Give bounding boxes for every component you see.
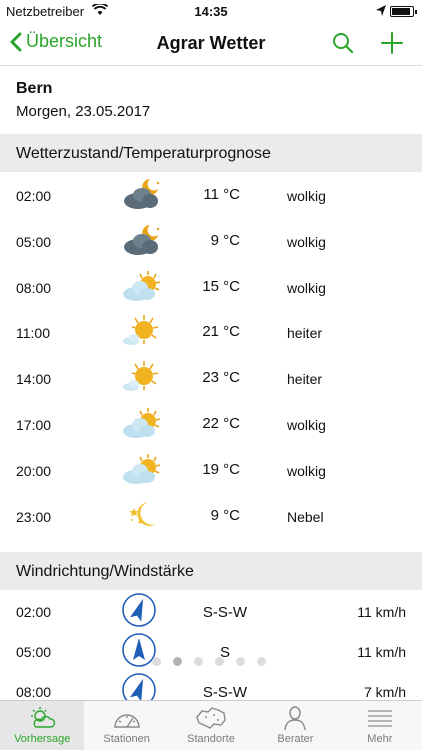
forecast-time: 23:00 [16,508,52,525]
page-dot[interactable] [236,657,245,666]
page-indicator[interactable] [152,657,266,666]
battery-fill [392,8,410,15]
sun-cloud-icon [120,406,162,440]
weather-row: 23:00 9 °C Nebel [0,494,422,540]
weather-row: 17:00 22 °C wolkig [0,402,422,448]
sun-small-cloud-icon [120,314,162,348]
weather-row: 11:00 21 °C heiter [0,310,422,356]
weather-condition: wolkig [287,233,326,250]
weather-row: 02:00 11 °C wolkig [0,173,422,219]
weather-condition: wolkig [287,188,326,204]
forecast-time: 17:00 [16,417,52,433]
status-bar: Netzbetreiber 14:35 [0,0,422,22]
temperature: 19 °C [202,460,240,478]
map-switzerland-icon [169,705,253,731]
weather-row: 20:00 19 °C wolkig [0,448,422,494]
temperature: 9 °C [210,506,240,524]
wind-direction-arrow-icon [121,592,157,628]
weather-condition: heiter [287,325,323,342]
sun-cloud-icon [120,452,162,486]
forecast-time: 20:00 [16,462,52,479]
clock: 14:35 [194,4,228,19]
search-button[interactable] [332,32,354,59]
search-icon [333,33,354,54]
wind-speed: 11 km/h [357,604,406,620]
forecast-time: 02:00 [16,188,52,204]
wind-direction: S-S-W [202,684,248,701]
forecast-time: 14:00 [16,371,52,388]
menu-icon [338,705,422,731]
section-header-weather: Wetterzustand/Temperaturprognose [0,134,422,172]
stations-icon [84,705,168,731]
tab-stationen[interactable]: Stationen [84,701,168,750]
tab-label: Stationen [103,733,150,745]
section-header-wind: Windrichtung/Windstärke [0,552,422,590]
city-name: Bern [16,80,53,97]
temperature: 23 °C [202,369,240,387]
weather-condition: wolkig [287,279,326,296]
moon-cloud-icon [120,223,162,257]
wind-direction: S-S-W [202,604,248,621]
wind-time: 08:00 [16,684,52,700]
page-dot[interactable] [173,657,182,666]
temperature: 15 °C [202,277,240,295]
plus-icon [381,32,403,54]
tab-mehr[interactable]: Mehr [338,701,422,750]
moon-stars-icon [120,498,162,532]
tab-vorhersage[interactable]: Vorhersage [0,701,85,750]
person-icon [253,705,337,731]
forecast-time: 11:00 [16,325,50,342]
tab-standorte[interactable]: Standorte [169,701,253,750]
location-arrow-icon [376,4,386,19]
temperature: 9 °C [210,231,240,249]
weather-row: 08:00 15 °C wolkig [0,265,422,311]
weather-condition: wolkig [287,462,326,479]
forecast-date: Morgen, 23.05.2017 [16,103,151,120]
tab-berater[interactable]: Berater [253,701,337,750]
wind-row: 02:00 S-S-W 11 km/h [0,592,422,632]
weather-row: 05:00 9 °C wolkig [0,219,422,265]
wind-speed: 7 km/h [363,684,406,700]
temperature: 22 °C [202,415,240,432]
tab-bar: Vorhersage Stationen Standorte Berater Mehr [0,700,422,750]
sun-cloud-icon [120,269,162,303]
weather-row: 14:00 23 °C heiter [0,356,422,402]
weather-condition: Nebel [287,508,324,525]
page-dot[interactable] [194,657,203,666]
tab-label: Mehr [367,733,393,745]
add-button[interactable] [380,31,404,60]
temperature: 11 °C [203,186,240,203]
page-dot[interactable] [152,657,161,666]
wind-time: 02:00 [16,604,52,620]
wind-speed: 11 km/h [357,644,406,660]
forecast-time: 08:00 [16,279,52,296]
location-header: Bern Morgen, 23.05.2017 [16,80,150,120]
forecast-icon [0,705,84,731]
forecast-time: 05:00 [16,233,52,250]
wind-row: 05:00 S 11 km/h [0,632,422,672]
sun-small-cloud-icon [120,360,162,394]
battery-icon [390,6,417,17]
page-dot[interactable] [257,657,266,666]
navigation-bar: Übersicht Agrar Wetter [0,22,422,66]
wind-time: 05:00 [16,644,52,660]
tab-label: Berater [277,733,314,745]
weather-condition: heiter [287,371,323,388]
temperature: 21 °C [202,323,240,341]
tab-label: Standorte [187,733,235,745]
moon-cloud-icon [120,177,162,211]
weather-condition: wolkig [287,417,326,433]
tab-label: Vorhersage [14,733,71,745]
page-dot[interactable] [215,657,224,666]
page-title: Agrar Wetter [156,33,266,53]
